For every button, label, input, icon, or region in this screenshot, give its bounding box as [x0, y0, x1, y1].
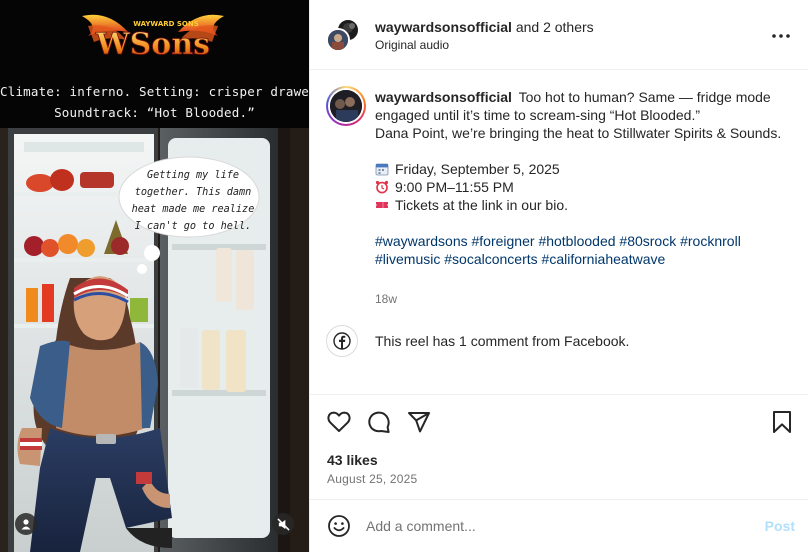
likes-count[interactable]: 43 likes: [327, 452, 378, 468]
caption-line-2: Dana Point, we’re bringing the heat to S…: [375, 125, 782, 141]
facebook-icon-badge: [326, 325, 358, 357]
mute-toggle-button[interactable]: [272, 513, 294, 535]
facebook-comment-text: This reel has 1 comment from Facebook.: [375, 333, 630, 349]
comment-button[interactable]: [366, 409, 392, 435]
bookmark-icon: [773, 411, 791, 433]
post-date[interactable]: August 25, 2025: [327, 472, 417, 486]
event-tickets: Tickets at the link in our bio.: [395, 197, 569, 213]
alarm-clock-icon: [375, 180, 389, 194]
header-username-link[interactable]: waywardsonsofficial: [375, 19, 512, 35]
avatar[interactable]: [326, 28, 350, 52]
save-button[interactable]: [769, 409, 795, 435]
comment-composer: Post: [310, 499, 808, 552]
caption-username-link[interactable]: waywardsonsofficial: [375, 89, 512, 105]
event-time: 9:00 PM–11:55 PM: [395, 179, 514, 195]
instagram-post-modal: WSons WAYWARD SONS Climate: inferno. Set…: [0, 0, 808, 552]
bubble-line-1: Getting my life: [146, 170, 239, 181]
svg-text:WAYWARD SONS: WAYWARD SONS: [133, 20, 199, 28]
ticket-icon: [375, 198, 389, 212]
media-caption-line-2: Soundtrack: “Hot Blooded.”: [54, 105, 255, 120]
thought-bubble-dots: [137, 245, 160, 274]
post-header: waywardsonsofficial and 2 others Origina…: [310, 0, 808, 70]
thought-bubble-text: Getting my life together. This damn heat…: [126, 167, 260, 235]
collab-avatars[interactable]: [326, 18, 362, 54]
facebook-comment-note: This reel has 1 comment from Facebook.: [326, 325, 796, 357]
person-icon: [21, 519, 31, 530]
event-time-line: 9:00 PM–11:55 PM: [375, 178, 785, 196]
event-date: Friday, September 5, 2025: [395, 161, 560, 177]
bubble-line-4: I can't go to hell.: [134, 221, 252, 232]
bubble-line-2: together. This damn: [134, 187, 252, 198]
post-comment-button[interactable]: Post: [765, 518, 795, 534]
tagged-users-button[interactable]: [15, 513, 37, 535]
speaker-muted-icon: [276, 517, 290, 531]
hashtag-link[interactable]: #hotblooded: [538, 233, 615, 249]
like-button[interactable]: [326, 409, 352, 435]
more-options-button[interactable]: [769, 24, 793, 48]
share-button[interactable]: [406, 409, 432, 435]
comment-input[interactable]: [366, 514, 746, 538]
smiley-icon: [328, 515, 350, 537]
more-horizontal-icon: [772, 34, 790, 38]
hashtag-link[interactable]: #rocknroll: [680, 233, 741, 249]
header-usernames: waywardsonsofficial and 2 others: [375, 19, 594, 35]
post-age[interactable]: 18w: [375, 292, 397, 306]
post-details-pane: waywardsonsofficial and 2 others Origina…: [309, 0, 808, 552]
post-actions: 43 likes August 25, 2025: [310, 394, 808, 500]
hashtag-link[interactable]: #socalconcerts: [444, 251, 537, 267]
header-and-others[interactable]: and 2 others: [512, 19, 594, 35]
audio-link[interactable]: Original audio: [375, 38, 449, 52]
media-caption-line-1: Climate: inferno. Setting: crisper drawe…: [0, 84, 309, 99]
event-date-line: Friday, September 5, 2025: [375, 160, 785, 178]
comment-bubble-icon: [368, 411, 390, 433]
emoji-picker-button[interactable]: [326, 513, 352, 539]
svg-text:WSons: WSons: [95, 27, 210, 62]
story-ring-avatar[interactable]: [326, 86, 366, 126]
reel-media[interactable]: WSons WAYWARD SONS Climate: inferno. Set…: [0, 0, 309, 552]
calendar-icon: [375, 162, 389, 176]
caption-text: waywardsonsofficial Too hot to human? Sa…: [375, 88, 785, 268]
heart-icon: [327, 411, 351, 432]
hashtag-list: #waywardsons #foreigner #hotblooded #80s…: [375, 232, 785, 268]
band-logo: WSons WAYWARD SONS: [82, 14, 224, 62]
hashtag-link[interactable]: #80srock: [619, 233, 676, 249]
hashtag-link[interactable]: #waywardsons: [375, 233, 468, 249]
event-tickets-line: Tickets at the link in our bio.: [375, 196, 785, 214]
paper-plane-icon: [408, 412, 430, 433]
hashtag-link[interactable]: #californiaheatwave: [542, 251, 666, 267]
hashtag-link[interactable]: #foreigner: [472, 233, 535, 249]
hashtag-link[interactable]: #livemusic: [375, 251, 440, 267]
bubble-line-3: heat made me realize: [131, 204, 255, 215]
facebook-icon: [333, 332, 351, 350]
